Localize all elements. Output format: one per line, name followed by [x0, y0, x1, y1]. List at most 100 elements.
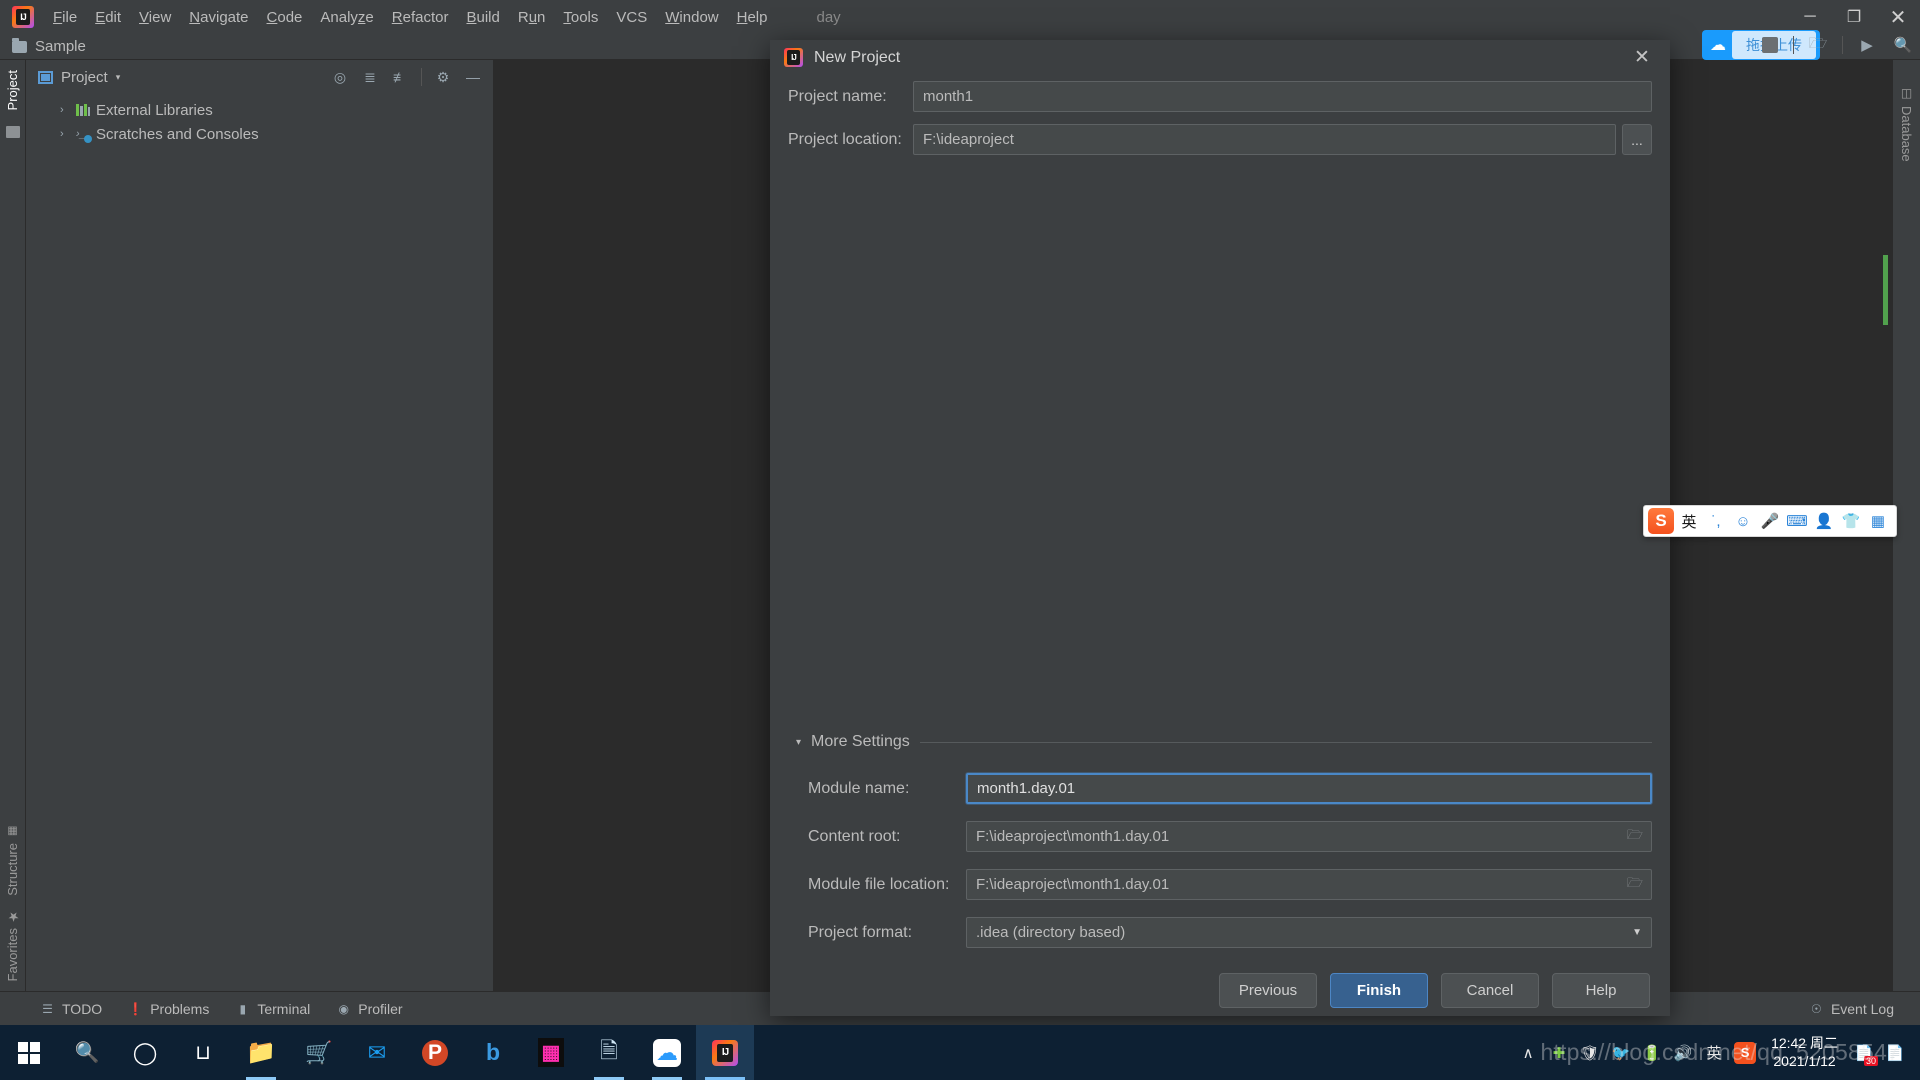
- status-item-terminal[interactable]: ▮ Terminal: [235, 1001, 311, 1017]
- taskbar-sticky-notes[interactable]: 🗎: [580, 1025, 638, 1080]
- taskbar-mail[interactable]: ✉: [348, 1025, 406, 1080]
- menu-view[interactable]: View: [130, 5, 180, 30]
- taskbar-microsoft-store[interactable]: 🛒: [290, 1025, 348, 1080]
- menu-code[interactable]: Code: [258, 5, 312, 30]
- status-item-profiler[interactable]: ◉ Profiler: [336, 1001, 403, 1017]
- project-panel-title[interactable]: Project: [61, 69, 108, 86]
- ime-toolbox-icon[interactable]: ▦: [1866, 508, 1890, 534]
- sidebar-item-structure[interactable]: Structure ▦: [3, 819, 22, 902]
- menu-analyze[interactable]: Analyze: [311, 5, 382, 30]
- chevron-right-icon[interactable]: ›: [60, 128, 76, 140]
- ime-punctuation-icon[interactable]: ˙,: [1704, 508, 1728, 534]
- tray-expand-icon[interactable]: ∧: [1517, 1042, 1539, 1064]
- ime-skin-icon[interactable]: 👕: [1839, 508, 1863, 534]
- menu-window[interactable]: Window: [656, 5, 727, 30]
- project-location-input[interactable]: F:\ideaproject: [913, 124, 1616, 156]
- more-settings-section-header[interactable]: ▾ More Settings: [796, 733, 1652, 751]
- close-button[interactable]: ✕: [1876, 0, 1920, 34]
- menu-help[interactable]: Help: [728, 5, 777, 30]
- module-file-location-input[interactable]: F:\ideaproject\month1.day.01 🗁: [966, 869, 1652, 901]
- sidebar-item-project[interactable]: Project: [3, 64, 22, 116]
- cancel-button[interactable]: Cancel: [1441, 973, 1539, 1009]
- taskbar-baidu-netdisk[interactable]: ☁: [638, 1025, 696, 1080]
- sogou-ime-toolbar: S 英 ˙, ☺ 🎤 ⌨ 👤 👕 ▦: [1643, 505, 1897, 537]
- tree-node-scratches-and-consoles[interactable]: › ›_ Scratches and Consoles: [26, 122, 493, 146]
- structure-icon: ▦: [7, 824, 19, 838]
- run-icon[interactable]: ▶: [1850, 30, 1884, 60]
- taskbar-file-explorer[interactable]: 📁: [232, 1025, 290, 1080]
- module-file-location-row: Module file location: F:\ideaproject\mon…: [788, 869, 1652, 901]
- sidebar-item-favorites[interactable]: Favorites ★: [3, 902, 22, 987]
- ime-account-icon[interactable]: 👤: [1812, 508, 1836, 534]
- collapse-all-icon[interactable]: ≢: [386, 64, 414, 90]
- ime-soft-keyboard-icon[interactable]: ⌨: [1785, 508, 1809, 534]
- tree-node-external-libraries[interactable]: › External Libraries: [26, 98, 493, 122]
- chevron-right-icon[interactable]: ›: [60, 104, 76, 116]
- dialog-title-bar: IJ New Project ✕: [770, 40, 1670, 75]
- hide-icon[interactable]: —: [459, 64, 487, 90]
- dialog-close-button[interactable]: ✕: [1628, 44, 1656, 72]
- settings-gear-icon[interactable]: ⚙: [429, 64, 457, 90]
- chevron-down-icon[interactable]: ▾: [116, 72, 121, 83]
- start-button[interactable]: [0, 1025, 58, 1080]
- minimize-button[interactable]: ─: [1788, 0, 1832, 34]
- menu-bar: IJ File Edit View Navigate Code Analyze …: [0, 0, 1920, 34]
- breadcrumb[interactable]: Sample: [35, 38, 86, 55]
- browse-location-button[interactable]: ...: [1622, 124, 1652, 156]
- intellij-logo-icon: IJ: [784, 48, 803, 68]
- folder-icon[interactable]: [5, 126, 20, 139]
- database-icon: ◫: [1899, 86, 1914, 100]
- maximize-button[interactable]: ❐: [1832, 0, 1876, 34]
- project-name-input[interactable]: month1: [913, 81, 1652, 113]
- menu-file[interactable]: File: [44, 5, 86, 30]
- taskbar-intellij-idea[interactable]: IJ: [696, 1025, 754, 1080]
- module-file-location-label: Module file location:: [808, 875, 950, 893]
- divider: [1793, 36, 1794, 54]
- more-settings-label: More Settings: [811, 733, 910, 751]
- editor-scroll-marker: [1883, 255, 1888, 325]
- ime-language-toggle[interactable]: 英: [1677, 508, 1701, 534]
- chevron-down-icon[interactable]: ▾: [796, 737, 801, 748]
- taskbar-pink-app[interactable]: ▦: [522, 1025, 580, 1080]
- taskbar-powerpoint[interactable]: P: [406, 1025, 464, 1080]
- event-log-button[interactable]: ☉ Event Log: [1809, 1001, 1894, 1017]
- help-button[interactable]: Help: [1552, 973, 1650, 1009]
- status-item-todo[interactable]: ☰ TODO: [40, 1001, 102, 1017]
- menu-run[interactable]: Run: [509, 5, 555, 30]
- finish-button[interactable]: Finish: [1330, 973, 1428, 1009]
- sogou-logo-icon[interactable]: S: [1648, 508, 1674, 534]
- project-structure-icon[interactable]: 🗁: [1801, 30, 1835, 60]
- menu-build[interactable]: Build: [457, 5, 508, 30]
- ime-voice-icon[interactable]: 🎤: [1758, 508, 1782, 534]
- mail-icon: ✉: [367, 1039, 387, 1065]
- expand-all-icon[interactable]: ≣: [356, 64, 384, 90]
- taskbar-edge[interactable]: b: [464, 1025, 522, 1080]
- chevron-down-icon[interactable]: ▼: [1632, 927, 1642, 938]
- taskbar-cortana[interactable]: ◯: [116, 1025, 174, 1080]
- project-name-row: Project name: month1: [788, 81, 1652, 113]
- status-item-problems[interactable]: ❗ Problems: [128, 1001, 209, 1017]
- menu-tools[interactable]: Tools: [554, 5, 607, 30]
- folder-browse-icon[interactable]: 🗁: [1627, 874, 1643, 896]
- project-panel-header: Project ▾ ◎ ≣ ≢ ⚙ —: [26, 60, 493, 94]
- search-icon[interactable]: 🔍: [1886, 30, 1920, 60]
- sidebar-item-database[interactable]: ◫ Database: [1899, 86, 1914, 162]
- previous-button[interactable]: Previous: [1219, 973, 1317, 1009]
- divider: [919, 741, 1652, 743]
- menu-navigate[interactable]: Navigate: [180, 5, 257, 30]
- module-name-input[interactable]: month1.day.01: [966, 773, 1652, 805]
- taskbar-task-view[interactable]: ⊔: [174, 1025, 232, 1080]
- taskbar-search[interactable]: 🔍: [58, 1025, 116, 1080]
- menu-vcs[interactable]: VCS: [607, 5, 656, 30]
- locate-icon[interactable]: ◎: [326, 64, 354, 90]
- left-tool-strip: Project Structure ▦ Favorites ★: [0, 60, 26, 991]
- tree-node-label: Scratches and Consoles: [96, 125, 259, 143]
- menu-edit[interactable]: Edit: [86, 5, 130, 30]
- dialog-body: Project name: month1 Project location: F…: [770, 75, 1670, 965]
- scratches-icon: ›_: [76, 128, 96, 143]
- ime-emoji-icon[interactable]: ☺: [1731, 508, 1755, 534]
- menu-refactor[interactable]: Refactor: [383, 5, 458, 30]
- content-root-input[interactable]: F:\ideaproject\month1.day.01 🗁: [966, 821, 1652, 853]
- project-format-select[interactable]: .idea (directory based) ▼: [966, 917, 1652, 949]
- folder-browse-icon[interactable]: 🗁: [1627, 826, 1643, 848]
